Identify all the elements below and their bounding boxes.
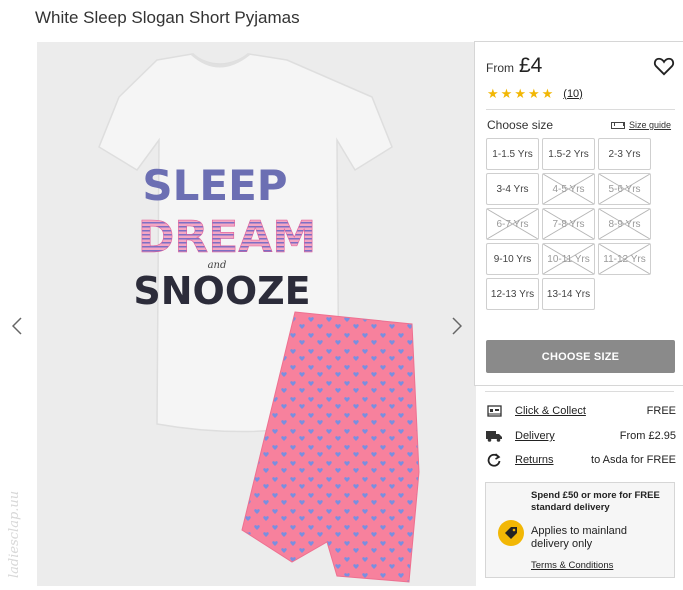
slogan-sleep: SLEEP (142, 161, 287, 210)
previous-image-arrow[interactable] (7, 312, 27, 340)
size-option-label: 6-7 Yrs (496, 218, 529, 230)
size-option[interactable]: 6-7 Yrs (486, 208, 539, 240)
click-collect-price: FREE (646, 405, 676, 417)
size-option-label: 8-9 Yrs (608, 218, 641, 230)
star-icon: ★ (527, 86, 540, 101)
star-icon: ★ (500, 86, 513, 101)
size-option-label: 1.5-2 Yrs (548, 148, 589, 160)
delivery-link[interactable]: Delivery (515, 430, 555, 442)
size-option[interactable]: 2-3 Yrs (598, 138, 651, 170)
product-image: SLEEP DREAM and SNOOZE (37, 42, 476, 586)
chevron-right-icon (452, 317, 462, 335)
star-icon: ★ (541, 86, 554, 101)
size-guide-link[interactable]: Size guide (611, 120, 671, 130)
size-option-label: 4-5 Yrs (552, 183, 585, 195)
svg-text:ladiesclap.uu: ladiesclap.uu (7, 491, 22, 578)
delivery-price: From £2.95 (619, 430, 676, 442)
price-from-label: From (486, 61, 514, 75)
truck-icon (486, 429, 502, 443)
size-option-label: 9-10 Yrs (493, 253, 532, 265)
star-icon: ★ (487, 86, 499, 101)
product-title: White Sleep Slogan Short Pyjamas (35, 8, 300, 27)
choose-size-label: Choose size (487, 118, 554, 132)
chevron-left-icon (12, 317, 22, 335)
returns-value: to Asda for FREE (591, 454, 676, 466)
size-option-label: 7-8 Yrs (552, 218, 585, 230)
size-option-label: 12-13 Yrs (490, 288, 535, 300)
choose-size-button[interactable]: CHOOSE SIZE (486, 340, 675, 373)
returns-icon (486, 453, 502, 467)
size-option[interactable]: 7-8 Yrs (542, 208, 595, 240)
click-collect-link[interactable]: Click & Collect (515, 405, 586, 417)
free-delivery-promo: Spend £50 or more for FREE standard deli… (485, 482, 675, 578)
promo-body: Applies to mainland delivery only (531, 525, 628, 550)
size-guide-label: Size guide (629, 120, 672, 130)
size-option-label: 5-6 Yrs (608, 183, 641, 195)
size-option-label: 11-12 Yrs (603, 253, 646, 265)
terms-conditions-link[interactable]: Terms & Conditions (531, 560, 613, 571)
returns-link[interactable]: Returns (515, 454, 554, 466)
star-icon: ★ (514, 86, 526, 101)
watermark: ladiesclap.uu (7, 491, 22, 578)
size-option[interactable]: 13-14 Yrs (542, 278, 595, 310)
ruler-icon (611, 121, 625, 129)
size-option-label: 10-11 Yrs (547, 253, 590, 265)
size-option[interactable]: 1.5-2 Yrs (542, 138, 595, 170)
size-option[interactable]: 8-9 Yrs (598, 208, 651, 240)
tag-icon (498, 520, 524, 546)
price-row: From £4 (486, 54, 542, 78)
slogan-dream: DREAM (138, 212, 316, 263)
size-option-label: 3-4 Yrs (496, 183, 529, 195)
slogan-snooze: SNOOZE (133, 269, 310, 313)
size-option[interactable]: 4-5 Yrs (542, 173, 595, 205)
returns-row: Returns to Asda for FREE (486, 452, 676, 468)
promo-headline: Spend £50 or more for FREE standard deli… (531, 490, 660, 513)
size-option[interactable]: 10-11 Yrs (542, 243, 595, 275)
delivery-row: Delivery From £2.95 (486, 428, 676, 444)
size-option-label: 2-3 Yrs (608, 148, 641, 160)
heart-icon[interactable] (653, 56, 675, 76)
click-collect-row: Click & Collect FREE (486, 403, 676, 419)
size-option[interactable]: 12-13 Yrs (486, 278, 539, 310)
divider (486, 109, 675, 110)
size-option[interactable]: 1-1.5 Yrs (486, 138, 539, 170)
size-option[interactable]: 5-6 Yrs (598, 173, 651, 205)
size-options: 1-1.5 Yrs 1.5-2 Yrs 2-3 Yrs 3-4 Yrs 4-5 Yrs 5… (486, 138, 676, 310)
review-count-link[interactable]: (10) (563, 88, 583, 100)
pyjama-illustration: SLEEP DREAM and SNOOZE (98, 52, 420, 583)
divider (485, 391, 674, 392)
price: £4 (519, 54, 543, 77)
purchase-panel: From £4 ★ ★ ★ ★ ★ (10) Choose size Size … (474, 41, 683, 386)
size-option[interactable]: 9-10 Yrs (486, 243, 539, 275)
size-option[interactable]: 3-4 Yrs (486, 173, 539, 205)
next-image-arrow[interactable] (447, 312, 467, 340)
size-option-label: 1-1.5 Yrs (492, 148, 533, 160)
rating: ★ ★ ★ ★ ★ (10) (487, 87, 583, 100)
size-option-label: 13-14 Yrs (546, 288, 591, 300)
size-option[interactable]: 11-12 Yrs (598, 243, 651, 275)
store-icon (486, 404, 502, 418)
